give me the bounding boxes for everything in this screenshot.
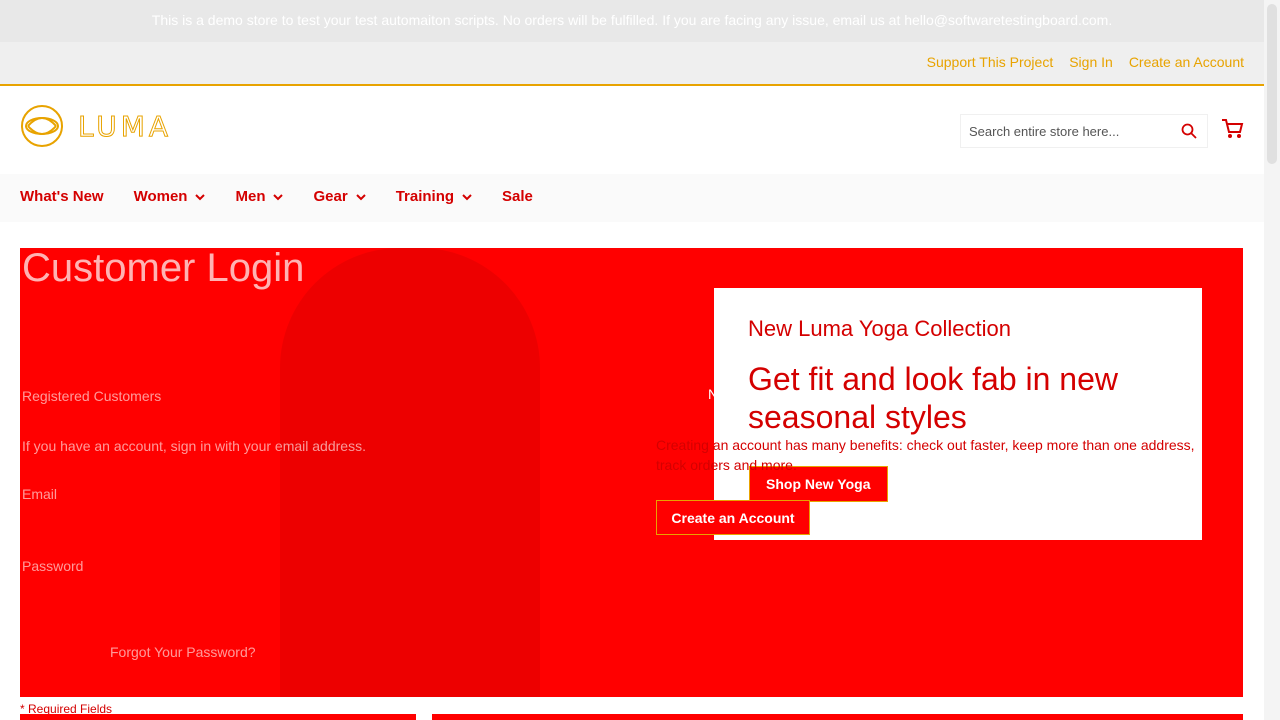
chevron-down-icon — [195, 193, 206, 200]
nav-label: Women — [133, 188, 188, 205]
demo-notice-bar: This is a demo store to test your test a… — [0, 0, 1264, 42]
create-account-link[interactable]: Create an Account — [1129, 54, 1244, 70]
site-header: LUMA — [0, 86, 1264, 174]
password-label: Password — [22, 558, 84, 574]
create-account-button[interactable]: Create an Account — [656, 500, 810, 535]
page-title: Customer Login — [22, 248, 305, 290]
search-input[interactable] — [961, 115, 1187, 147]
forgot-password-link[interactable]: Forgot Your Password? — [110, 644, 256, 660]
registered-customers-heading: Registered Customers — [22, 388, 162, 404]
header-panel: Support This Project Sign In Create an A… — [0, 42, 1264, 86]
header-links: Support This Project Sign In Create an A… — [927, 54, 1244, 70]
nav-label: Sale — [502, 188, 533, 205]
chevron-down-icon — [462, 193, 472, 200]
nav-item-training[interactable]: Training — [396, 188, 472, 205]
nav-item-women[interactable]: Women — [134, 188, 206, 205]
nav-item-gear[interactable]: Gear — [313, 188, 366, 205]
support-project-link[interactable]: Support This Project — [927, 54, 1054, 70]
cart-icon[interactable] — [1220, 116, 1244, 140]
yoga-model-image — [280, 248, 540, 697]
main-nav: What's New Women Men Gear Training Sale — [0, 174, 1264, 222]
search-icon[interactable] — [1181, 123, 1197, 139]
luma-logo-text: LUMA — [77, 109, 173, 143]
nav-label: Gear — [313, 188, 348, 205]
nav-item-whats-new[interactable]: What's New — [20, 188, 104, 205]
new-customer-block-edge — [432, 714, 1243, 720]
scrollbar-thumb[interactable] — [1267, 4, 1277, 164]
demo-notice-text: This is a demo store to test your test a… — [151, 12, 1113, 28]
chevron-down-icon — [273, 193, 284, 200]
search-box — [960, 114, 1208, 148]
nav-item-men[interactable]: Men — [235, 188, 284, 205]
promo-kicker: New Luma Yoga Collection — [748, 316, 1011, 341]
chevron-down-icon — [355, 193, 366, 200]
nav-item-sale[interactable]: Sale — [502, 188, 533, 205]
luma-logo[interactable]: LUMA — [20, 104, 172, 148]
nav-label: Training — [395, 188, 455, 205]
email-label: Email — [22, 486, 58, 502]
nav-label: What's New — [20, 188, 104, 205]
page-scrollbar[interactable] — [1264, 0, 1280, 720]
new-customers-info-1: Creating an account has many benefits: c… — [656, 437, 1195, 453]
login-hint: If you have an account, sign in with you… — [22, 438, 366, 454]
sign-in-link[interactable]: Sign In — [1069, 54, 1113, 70]
promo-headline: Get fit and look fab in new seasonal sty… — [748, 361, 1118, 435]
login-block-edge — [20, 714, 416, 720]
new-customers-info-2: track orders and more. — [656, 457, 797, 473]
new-customers-heading: New Customers — [708, 386, 808, 402]
nav-label: Men — [235, 188, 266, 205]
luma-logo-icon — [21, 105, 63, 147]
